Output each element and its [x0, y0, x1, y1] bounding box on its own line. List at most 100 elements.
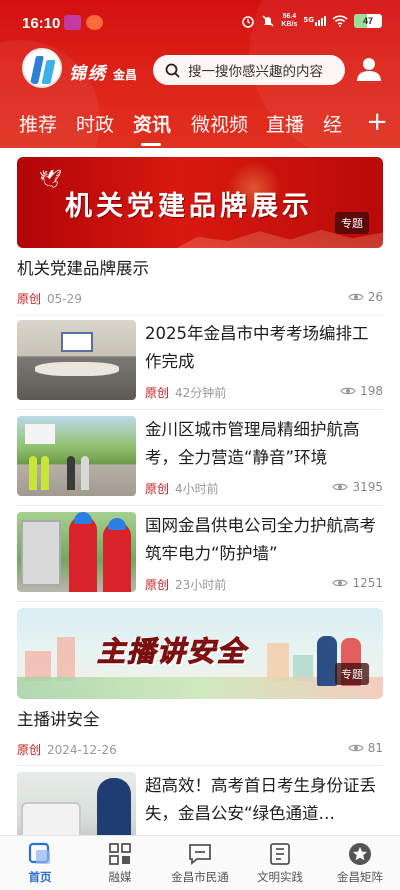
origin-label: 原创 — [17, 292, 42, 306]
bottom-navigation: 首页 融媒 金昌市民通 文明实践 金昌矩阵 — [0, 835, 400, 889]
view-count: 81 — [348, 741, 383, 755]
app-header: 16:10 56.4 KB/s 5G 47 锦绣 金昌 搜一搜你感兴趣的内容 推荐… — [0, 0, 400, 148]
active-tab-indicator — [141, 143, 161, 146]
view-count-value: 81 — [367, 741, 383, 755]
brand-sub-text: 金昌 — [113, 68, 138, 82]
origin-label: 原创 — [145, 386, 170, 400]
view-count-value: 3195 — [352, 480, 383, 494]
message-icon — [189, 844, 211, 865]
news-item[interactable]: 2025年金昌市中考考场编排工作完成 原创 42分钟前 198 — [17, 320, 383, 400]
status-time: 16:10 — [22, 15, 61, 32]
search-icon — [165, 63, 180, 78]
nav-media[interactable]: 融媒 — [80, 836, 160, 890]
origin-label: 原创 — [17, 743, 42, 757]
news-thumbnail — [17, 772, 136, 835]
topic-title[interactable]: 主播讲安全 — [17, 706, 100, 730]
eye-icon — [348, 744, 364, 752]
nav-civilization-practice[interactable]: 文明实践 — [240, 836, 320, 890]
news-thumbnail — [17, 416, 136, 496]
news-item[interactable]: 超高效！高考首日考生身份证丢失，金昌公安“绿色通道… — [17, 772, 383, 835]
status-bar: 16:10 56.4 KB/s 5G 47 — [0, 0, 400, 46]
tab-news[interactable]: 资讯 — [133, 110, 171, 137]
topic-banner-party-building[interactable]: 🕊 机关党建品牌展示 专题 — [17, 157, 383, 248]
news-title: 2025年金昌市中考考场编排工作完成 — [145, 324, 369, 371]
eye-icon — [332, 579, 349, 587]
jinchang-logo-icon — [22, 48, 62, 88]
dove-icon: 🕊 — [39, 169, 62, 190]
anchor-figure — [317, 636, 337, 686]
nav-home[interactable]: 首页 — [0, 836, 80, 890]
search-input[interactable]: 搜一搜你感兴趣的内容 — [153, 55, 345, 85]
tab-live[interactable]: 直播 — [266, 110, 304, 137]
nav-label: 首页 — [28, 870, 52, 884]
origin-label: 原创 — [145, 578, 170, 592]
news-item[interactable]: 金川区城市管理局精细护航高考，全力营造“静音”环境 原创 4小时前 3195 — [17, 416, 383, 496]
publish-time: 4小时前 — [175, 482, 219, 496]
network-speed-value: 56.4 — [282, 13, 297, 20]
view-count: 198 — [340, 384, 383, 398]
signal-label: 5G — [303, 16, 314, 24]
nav-label: 融媒 — [108, 870, 132, 884]
battery-level: 47 — [362, 16, 373, 26]
topic-title[interactable]: 机关党建品牌展示 — [17, 255, 149, 279]
eye-icon — [332, 483, 349, 491]
add-channel-button[interactable]: + — [366, 108, 388, 136]
alarm-icon — [242, 16, 255, 28]
topic-banner-anchor-safety[interactable]: 主播讲安全 专题 — [17, 608, 383, 699]
grid-icon — [109, 843, 131, 865]
banner-image-text: 机关党建品牌展示 — [65, 191, 313, 222]
brand-name: 锦绣 金昌 — [69, 59, 137, 84]
news-item[interactable]: 国网金昌供电公司全力护航高考 筑牢电力“防护墙” 原创 23小时前 1251 — [17, 512, 383, 592]
news-thumbnail — [17, 320, 136, 400]
user-icon[interactable] — [356, 56, 382, 82]
divider — [17, 601, 383, 602]
topic-tag: 专题 — [335, 663, 369, 685]
nav-matrix[interactable]: 金昌矩阵 — [320, 836, 400, 890]
view-count-value: 1251 — [352, 576, 383, 590]
divider — [17, 765, 383, 766]
network-speed: 56.4 KB/s — [281, 13, 297, 29]
publish-time: 42分钟前 — [175, 386, 227, 400]
news-title: 金川区城市管理局精细护航高考，全力营造“静音”环境 — [145, 420, 360, 467]
nav-citizen-service[interactable]: 金昌市民通 — [160, 836, 240, 890]
notification-app-icon — [64, 15, 81, 30]
topic-meta: 原创 2024-12-26 81 — [17, 741, 383, 757]
tab-recommend[interactable]: 推荐 — [19, 110, 57, 137]
tab-politics[interactable]: 时政 — [76, 110, 114, 137]
nav-label: 文明实践 — [257, 870, 303, 884]
news-thumbnail — [17, 512, 136, 592]
view-count: 1251 — [332, 576, 383, 590]
star-icon — [349, 843, 371, 865]
origin-label: 原创 — [145, 482, 170, 496]
news-meta: 原创 4小时前 3195 — [145, 480, 383, 496]
divider — [17, 315, 383, 316]
nav-label: 金昌市民通 — [171, 870, 229, 884]
divider — [17, 505, 383, 506]
channel-tabs: 推荐 时政 资讯 微视频 直播 经 + — [0, 106, 400, 146]
publish-time: 2024-12-26 — [47, 743, 117, 757]
battery-indicator: 47 — [354, 14, 382, 28]
eye-icon — [340, 387, 356, 395]
topic-meta: 原创 05-29 26 — [17, 290, 383, 306]
news-title: 国网金昌供电公司全力护航高考 筑牢电力“防护墙” — [145, 516, 376, 563]
news-title: 超高效！高考首日考生身份证丢失，金昌公安“绿色通道… — [145, 776, 376, 823]
home-icon — [28, 842, 50, 864]
news-meta: 原创 23小时前 1251 — [145, 576, 383, 592]
banner-image-text: 主播讲安全 — [96, 635, 248, 669]
news-meta: 原创 42分钟前 198 — [145, 384, 383, 400]
view-count-value: 198 — [360, 384, 383, 398]
nav-label: 金昌矩阵 — [337, 870, 383, 884]
eye-icon — [348, 293, 364, 301]
wifi-icon — [332, 15, 348, 27]
notification-app-icon — [86, 15, 103, 30]
status-indicators: 56.4 KB/s 5G 47 — [241, 13, 382, 29]
view-count: 26 — [348, 290, 383, 304]
tab-micro-video[interactable]: 微视频 — [191, 110, 248, 137]
view-count-value: 26 — [367, 290, 383, 304]
tab-economy[interactable]: 经 — [323, 110, 342, 137]
divider — [17, 409, 383, 410]
news-feed: 🕊 机关党建品牌展示 专题 机关党建品牌展示 原创 05-29 26 2025年金… — [0, 148, 400, 835]
network-speed-unit: KB/s — [281, 21, 298, 28]
view-count: 3195 — [332, 480, 383, 494]
brand-main-text: 锦绣 — [69, 64, 107, 84]
